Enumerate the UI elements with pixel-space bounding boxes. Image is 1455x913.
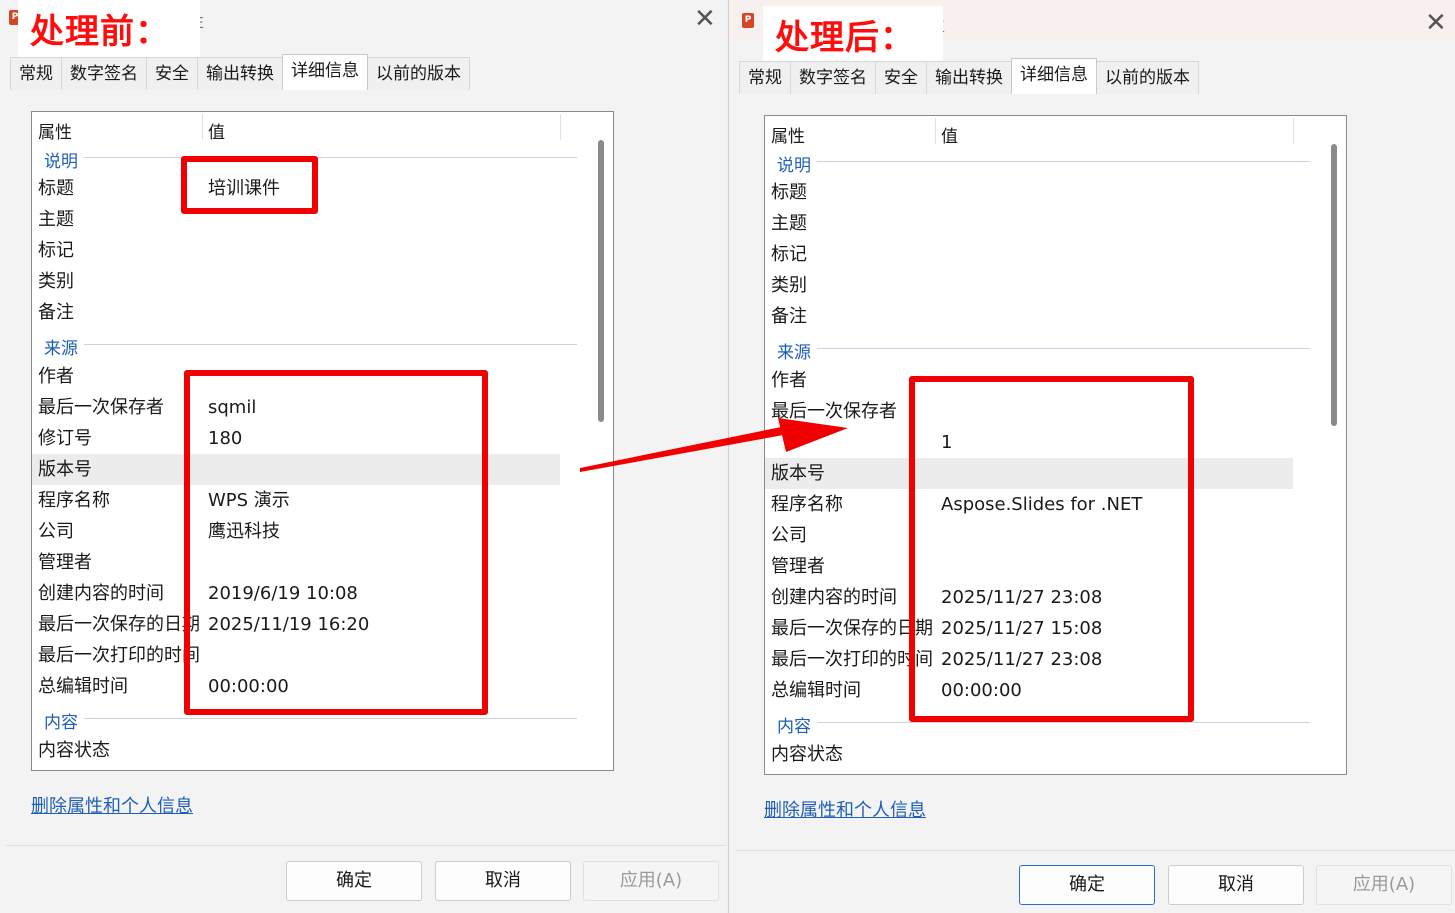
arrow-head [778,418,848,452]
comparison-arrow [580,418,848,472]
arrow-shaft [580,424,800,472]
